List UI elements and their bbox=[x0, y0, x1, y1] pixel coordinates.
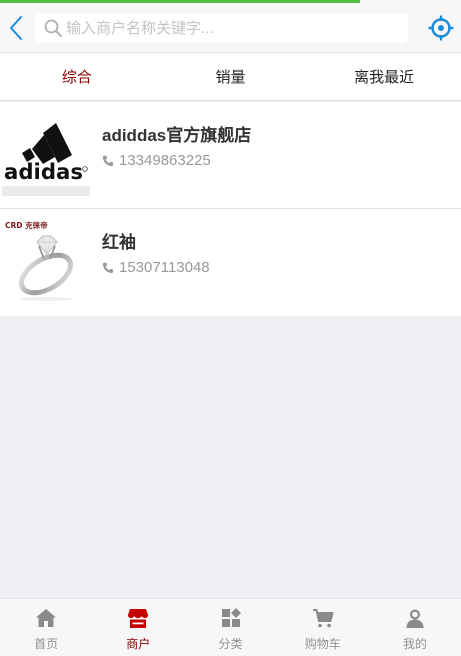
sort-tabs: 综合 销量 离我最近 bbox=[0, 53, 461, 101]
chevron-left-icon bbox=[10, 16, 22, 40]
home-icon bbox=[36, 609, 57, 627]
locate-button[interactable] bbox=[428, 15, 454, 41]
shop-phone: 13349863225 bbox=[119, 152, 211, 169]
shop-item-hongxiu[interactable]: CRD 克徕帝 红袖 15307113048 bbox=[0, 209, 461, 316]
tabbar-label: 商户 bbox=[126, 637, 151, 651]
svg-text:adidas: adidas bbox=[4, 160, 83, 184]
search-icon bbox=[44, 19, 62, 37]
shop-logo: adidas bbox=[2, 112, 90, 196]
shop-phone: 15307113048 bbox=[119, 259, 210, 276]
shop-phone-row: 13349863225 bbox=[102, 152, 211, 169]
store-icon bbox=[128, 609, 149, 628]
tabbar-item-category[interactable]: 分类 bbox=[184, 599, 276, 656]
shop-phone-row: 15307113048 bbox=[102, 259, 210, 276]
tab-nearest[interactable]: 离我最近 bbox=[307, 53, 461, 100]
tab-comprehensive[interactable]: 综合 bbox=[0, 53, 154, 100]
shop-list: adidas adiddas官方旗舰店 13349863225 CRD 克徕帝 … bbox=[0, 102, 461, 316]
back-button[interactable] bbox=[4, 11, 30, 45]
tabbar-label: 首页 bbox=[34, 637, 59, 651]
tab-sales[interactable]: 销量 bbox=[154, 53, 308, 100]
tabbar-item-profile[interactable]: 我的 bbox=[369, 599, 461, 656]
shop-item-adidas[interactable]: adidas adiddas官方旗舰店 13349863225 bbox=[0, 102, 461, 209]
bottom-tab-bar: 首页 商户 分类 购物车 我的 bbox=[0, 598, 461, 656]
tabbar-item-merchants[interactable]: 商户 bbox=[92, 599, 184, 656]
user-icon bbox=[406, 609, 424, 628]
search-input[interactable] bbox=[66, 13, 396, 43]
tabbar-item-cart[interactable]: 购物车 bbox=[277, 599, 369, 656]
shop-logo: CRD 克徕帝 bbox=[2, 219, 90, 303]
crd-ring-image: CRD 克徕帝 bbox=[2, 219, 90, 303]
cart-icon bbox=[312, 609, 334, 628]
svg-text:CRD 克徕帝: CRD 克徕帝 bbox=[5, 220, 48, 230]
tabbar-label: 购物车 bbox=[304, 637, 341, 651]
tabbar-label: 我的 bbox=[402, 637, 427, 651]
tabbar-label: 分类 bbox=[218, 637, 243, 651]
shop-name: adiddas官方旗舰店 bbox=[102, 126, 252, 145]
category-icon bbox=[221, 608, 241, 627]
shop-name: 红袖 bbox=[102, 233, 136, 252]
tabbar-item-home[interactable]: 首页 bbox=[0, 599, 92, 656]
header-bar bbox=[0, 3, 461, 53]
phone-icon bbox=[102, 262, 113, 273]
crosshair-icon bbox=[428, 15, 454, 41]
phone-icon bbox=[102, 155, 113, 166]
adidas-logo: adidas bbox=[2, 112, 90, 196]
search-box[interactable] bbox=[35, 13, 408, 43]
